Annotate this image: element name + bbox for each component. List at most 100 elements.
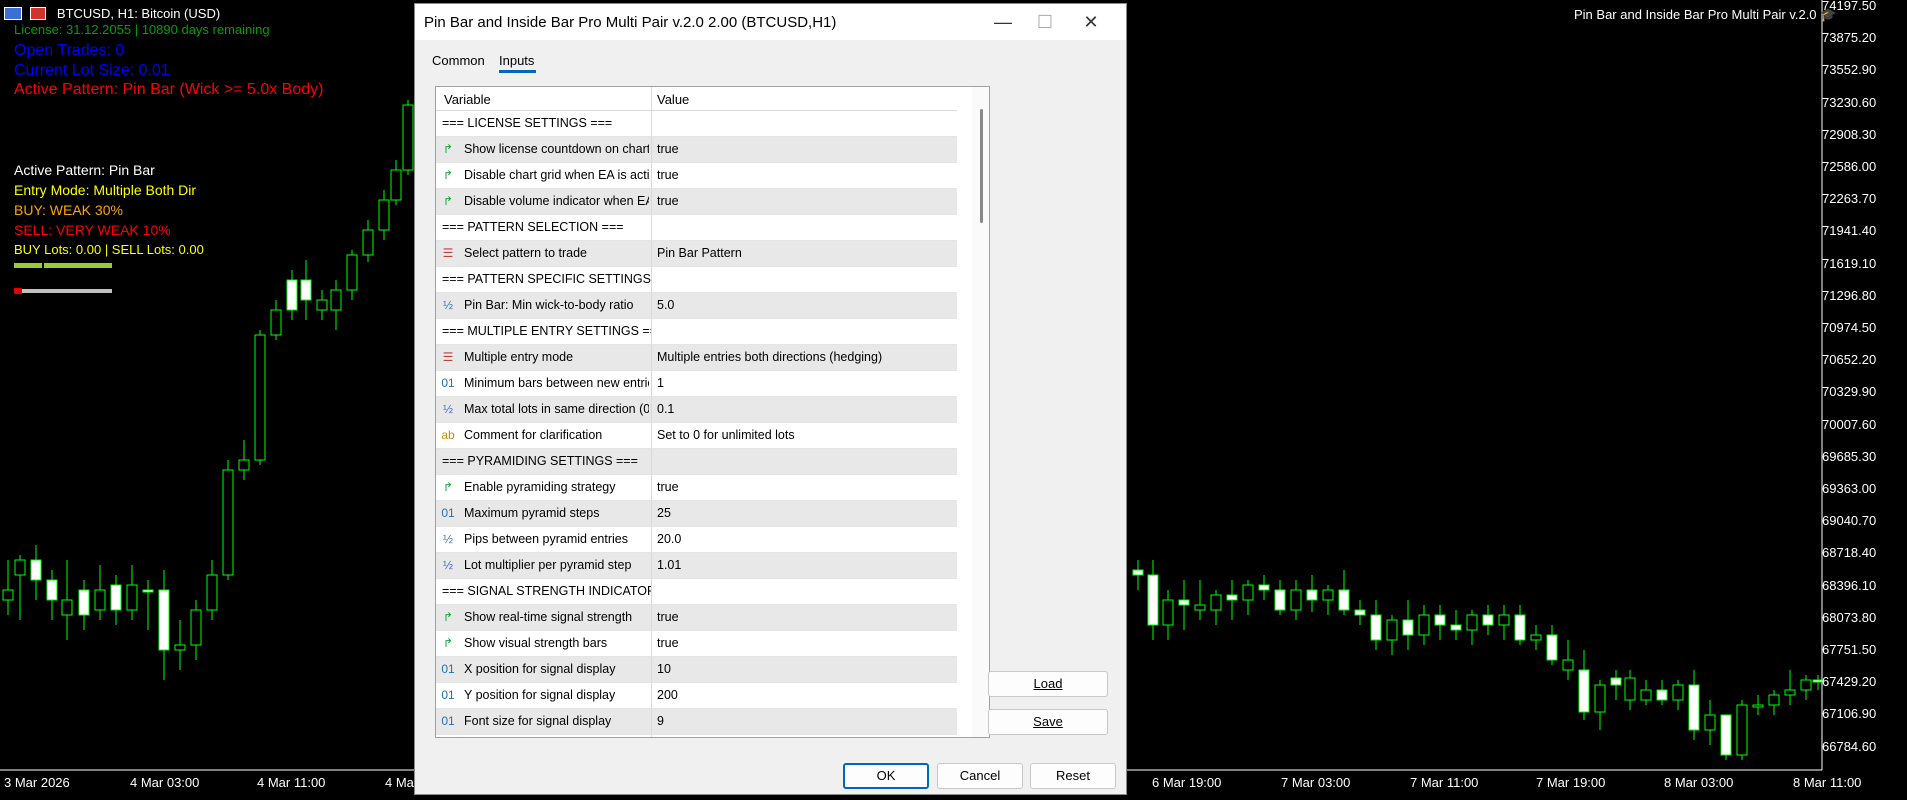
- price-label: 69685.30: [1822, 448, 1877, 464]
- grid-section-row[interactable]: === MULTIPLE ENTRY SETTINGS ===: [436, 319, 957, 345]
- column-separator: [651, 241, 652, 266]
- tab-common[interactable]: Common: [432, 53, 485, 68]
- time-label: 3 Mar 2026: [4, 775, 70, 790]
- ok-button[interactable]: OK: [843, 763, 929, 789]
- int-icon: 01: [441, 376, 455, 390]
- bear-candle: [1578, 669, 1590, 713]
- grid-section-row[interactable]: === DISPLAY SETTINGS ===: [436, 735, 957, 737]
- int-icon: 01: [441, 506, 455, 520]
- param-value[interactable]: 25: [657, 506, 671, 520]
- grid-scrollbar[interactable]: [972, 87, 989, 737]
- grid-section-row[interactable]: === PYRAMIDING SETTINGS ===: [436, 449, 957, 475]
- grid-param-row[interactable]: ½ Max total lots in same direction (0=u..…: [436, 397, 957, 423]
- bull-candle: [1194, 604, 1206, 611]
- param-value[interactable]: 1: [657, 376, 664, 390]
- bull-candle: [174, 644, 186, 651]
- bull-candle: [190, 609, 202, 646]
- column-separator: [651, 527, 652, 552]
- column-separator: [651, 683, 652, 708]
- bear-candle: [1688, 684, 1700, 731]
- grid-section-row[interactable]: === LICENSE SETTINGS ===: [436, 111, 957, 137]
- grid-param-row[interactable]: ½ Pin Bar: Min wick-to-body ratio 5.0: [436, 293, 957, 319]
- param-value[interactable]: true: [657, 194, 679, 208]
- bear-candle: [1720, 714, 1732, 756]
- close-button[interactable]: ✕: [1063, 4, 1119, 40]
- param-value[interactable]: 0.1: [657, 402, 674, 416]
- param-name: === PYRAMIDING SETTINGS ===: [442, 454, 638, 468]
- grid-param-row[interactable]: 01 Font size for signal display 9: [436, 709, 957, 735]
- grid-param-row[interactable]: ab Comment for clarification Set to 0 for …: [436, 423, 957, 449]
- bear-candle: [1338, 589, 1350, 611]
- bear-candle: [1370, 614, 1382, 641]
- param-name: Show license countdown on chart: [464, 142, 649, 156]
- grid-param-row[interactable]: ☰ Multiple entry mode Multiple entries bot…: [436, 345, 957, 371]
- bull-candle: [2, 589, 14, 601]
- column-separator: [651, 579, 652, 604]
- grid-param-row[interactable]: ↱ Show real-time signal strength true: [436, 605, 957, 631]
- param-value[interactable]: Set to 0 for unlimited lots: [657, 428, 795, 442]
- header-value[interactable]: Value: [657, 92, 689, 107]
- grid-param-row[interactable]: ↱ Show visual strength bars true: [436, 631, 957, 657]
- grid-param-row[interactable]: ½ Pips between pyramid entries 20.0: [436, 527, 957, 553]
- price-label: 71619.10: [1822, 255, 1877, 271]
- header-separator[interactable]: [651, 87, 652, 110]
- grid-param-row[interactable]: ↱ Show license countdown on chart true: [436, 137, 957, 163]
- column-separator: [651, 423, 652, 448]
- column-separator: [651, 475, 652, 500]
- column-separator: [651, 345, 652, 370]
- param-value[interactable]: true: [657, 610, 679, 624]
- param-value[interactable]: true: [657, 168, 679, 182]
- tab-inputs[interactable]: Inputs: [499, 53, 534, 68]
- param-name: Comment for clarification: [464, 428, 603, 442]
- param-value[interactable]: Pin Bar Pattern: [657, 246, 742, 260]
- save-button[interactable]: Save: [988, 709, 1108, 735]
- grid-section-row[interactable]: === PATTERN SELECTION ===: [436, 215, 957, 241]
- grid-param-row[interactable]: 01 Y position for signal display 200: [436, 683, 957, 709]
- param-name: Select pattern to trade: [464, 246, 587, 260]
- param-value[interactable]: 200: [657, 688, 678, 702]
- param-value[interactable]: 10: [657, 662, 671, 676]
- bull-candle: [14, 559, 26, 576]
- load-button[interactable]: Load: [988, 671, 1108, 697]
- reset-button[interactable]: Reset: [1030, 763, 1116, 789]
- column-separator: [651, 267, 652, 292]
- grid-section-row[interactable]: === SIGNAL STRENGTH INDICATOR SET...: [436, 579, 957, 605]
- grid-scrollbar-thumb[interactable]: [980, 109, 983, 223]
- param-value[interactable]: true: [657, 142, 679, 156]
- param-value[interactable]: 5.0: [657, 298, 674, 312]
- param-value[interactable]: Multiple entries both directions (hedgin…: [657, 350, 882, 364]
- param-value[interactable]: true: [657, 480, 679, 494]
- bull-candle: [270, 309, 282, 336]
- price-label: 70974.50: [1822, 320, 1877, 335]
- param-name: Show visual strength bars: [464, 636, 608, 650]
- cancel-button[interactable]: Cancel: [937, 763, 1023, 789]
- header-variable[interactable]: Variable: [444, 92, 491, 107]
- grid-section-row[interactable]: === PATTERN SPECIFIC SETTINGS ===: [436, 267, 957, 293]
- column-separator: [651, 319, 652, 344]
- bull-candle: [316, 299, 328, 311]
- param-name: Max total lots in same direction (0=u...: [464, 402, 649, 416]
- param-value[interactable]: 1.01: [657, 558, 681, 572]
- param-value[interactable]: 20.0: [657, 532, 681, 546]
- grid-param-row[interactable]: ½ Lot multiplier per pyramid step 1.01: [436, 553, 957, 579]
- grid-param-row[interactable]: ☰ Select pattern to trade Pin Bar Pattern: [436, 241, 957, 267]
- bull-candle: [330, 289, 342, 311]
- bear-candle: [46, 579, 58, 601]
- param-name: Multiple entry mode: [464, 350, 574, 364]
- param-value[interactable]: true: [657, 636, 679, 650]
- arrow-icon: ↱: [442, 480, 454, 494]
- grid-param-row[interactable]: ↱ Enable pyramiding strategy true: [436, 475, 957, 501]
- grid-param-row[interactable]: 01 X position for signal display 10: [436, 657, 957, 683]
- grid-param-row[interactable]: ↱ Disable volume indicator when EA is ...…: [436, 189, 957, 215]
- bull-candle: [1322, 589, 1334, 601]
- half-icon: ½: [442, 298, 453, 312]
- price-label: 72263.70: [1822, 191, 1877, 207]
- half-icon: ½: [442, 402, 453, 416]
- grid-param-row[interactable]: 01 Minimum bars between new entries 1: [436, 371, 957, 397]
- grid-param-row[interactable]: 01 Maximum pyramid steps 25: [436, 501, 957, 527]
- grid-param-row[interactable]: ↱ Disable chart grid when EA is active tru…: [436, 163, 957, 189]
- bull-candle: [1418, 614, 1430, 636]
- dialog-titlebar[interactable]: Pin Bar and Inside Bar Pro Multi Pair v.…: [415, 4, 1126, 40]
- bull-candle: [1386, 619, 1398, 641]
- param-value[interactable]: 9: [657, 714, 664, 728]
